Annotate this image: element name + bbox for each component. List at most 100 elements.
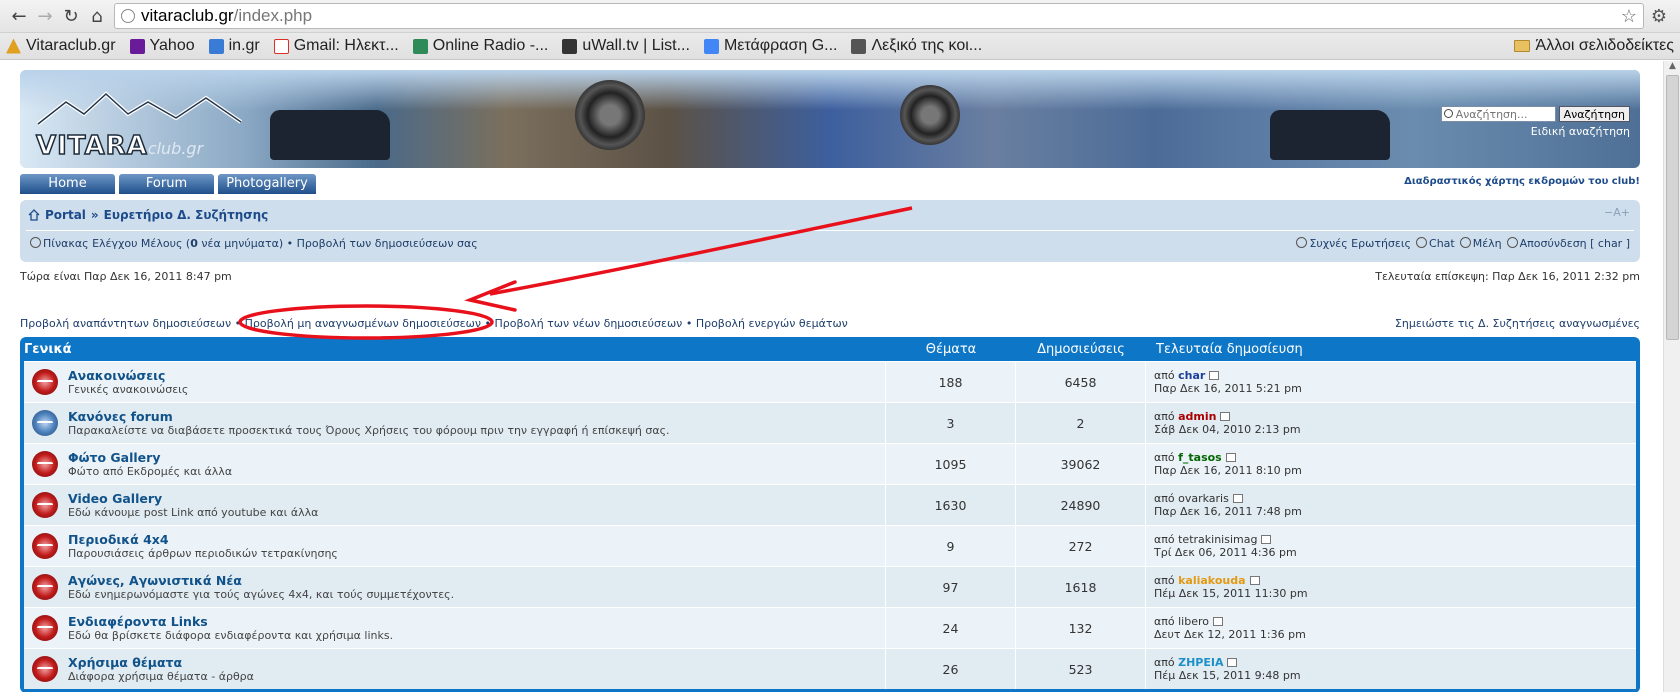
last-post-user-link[interactable]: tetrakinisimag [1178,533,1257,546]
site-logo[interactable]: VITARAclub.gr [35,88,246,162]
bookmark-yahoo[interactable]: Yahoo [129,37,195,55]
col-topics-header: Θέματα [925,341,977,357]
forum-row: Αγώνες, Αγωνιστικά Νέα Εδώ ενημερωνόμαστε… [24,566,1636,607]
view-own-posts-link[interactable]: Προβολή των δημοσιεύσεων σας [297,237,478,250]
forum-title-link[interactable]: Video Gallery [68,491,318,506]
last-post-date: Δευτ Δεκ 12, 2011 1:36 pm [1154,628,1306,641]
active-topics-link[interactable]: Προβολή ενεργών θεμάτων [696,317,848,330]
home-icon[interactable]: ⌂ [84,3,110,29]
search-button[interactable]: Αναζήτηση [1558,106,1630,122]
favicon-icon [273,38,289,54]
new-posts-link[interactable]: Προβολή των νέων δημοσιεύσεων [494,317,682,330]
bookmark-uwall[interactable]: uWall.tv | List... [562,37,690,55]
wrench-icon[interactable]: ⚙ [1644,6,1674,27]
post-count: 39062 [1016,444,1146,484]
bookmark-online-radio[interactable]: Online Radio -... [412,37,549,55]
reload-icon[interactable]: ↻ [58,3,84,29]
view-latest-post-icon[interactable] [1220,412,1231,421]
forum-title-link[interactable]: Ανακοινώσεις [68,368,188,383]
last-post-date: Πέμ Δεκ 15, 2011 9:48 pm [1154,669,1301,682]
category-title[interactable]: Γενικά [24,342,886,357]
last-post-user-link[interactable]: char [1178,369,1205,382]
view-latest-post-icon[interactable] [1232,494,1243,503]
favicon-icon [208,38,224,54]
view-latest-post-icon[interactable] [1261,535,1272,544]
search-input[interactable] [1440,106,1556,122]
unread-posts-link[interactable]: Προβολή μη αναγνωσμένων δημοσιεύσεων [245,317,481,330]
last-post-user-link[interactable]: libero [1178,615,1209,628]
view-latest-post-icon[interactable] [1227,658,1238,667]
bookmark-label: Online Radio -... [432,37,549,54]
forum-title-link[interactable]: Περιοδικά 4x4 [68,532,338,547]
forum-title-link[interactable]: Χρήσιμα θέματα [68,655,254,670]
forum-table: Γενικά Θέματα Δημοσιεύσεις Τελευταία δημ… [20,337,1640,692]
back-icon[interactable]: ← [6,3,32,29]
bookmark-in-gr[interactable]: in.gr [208,37,260,55]
star-icon[interactable]: ☆ [1621,6,1637,27]
last-post-user-link[interactable]: admin [1178,410,1216,423]
font-size-toggle[interactable]: −A+ [1604,206,1630,219]
forum-title-link[interactable]: Φώτο Gallery [68,450,232,465]
ucp-link[interactable]: Πίνακας Ελέγχου Μέλους (0 νέα μηνύματα) [43,237,283,250]
url-path: /index.php [233,6,313,25]
last-post-date: Παρ Δεκ 16, 2011 8:10 pm [1154,464,1302,477]
bookmark-gmail[interactable]: Gmail: Ηλεκτ... [273,37,399,55]
chat-link[interactable]: Chat [1416,237,1455,250]
forum-title-link[interactable]: Κανόνες forum [68,409,670,424]
vertical-scrollbar[interactable]: ▲ [1663,61,1680,692]
tab-photogallery[interactable]: Photogallery [218,174,316,194]
advanced-search-link[interactable]: Ειδική αναζήτηση [1531,125,1630,138]
scrollbar-thumb[interactable] [1666,75,1679,340]
forum-title-link[interactable]: Ενδιαφέροντα Links [68,614,393,629]
view-latest-post-icon[interactable] [1225,453,1236,462]
last-post-date: Παρ Δεκ 16, 2011 7:48 pm [1154,505,1302,518]
tab-forum[interactable]: Forum [119,174,214,194]
breadcrumb-forum-index[interactable]: Ευρετήριο Δ. Συζήτησης [104,208,269,222]
forum-cell: Ανακοινώσεις Γενικές ανακοινώσεις [24,362,886,402]
favicon-icon [562,38,578,54]
view-latest-post-icon[interactable] [1212,617,1223,626]
other-bookmarks-label: Άλλοι σελιδοδείκτες [1535,37,1674,54]
faq-link[interactable]: Συχνές Ερωτήσεις [1296,237,1411,250]
last-post-cell: από tetrakinisimag Τρί Δεκ 06, 2011 4:36 … [1146,526,1636,566]
forum-page: VITARAclub.gr Αναζήτηση Ειδική αναζήτηση… [20,70,1640,692]
bookmark-vitaraclub[interactable]: Vitaraclub.gr [6,37,116,55]
by-label: από [1154,615,1175,628]
logout-link[interactable]: Αποσύνδεση [ char ] [1506,237,1630,250]
unanswered-posts-link[interactable]: Προβολή αναπάντητων δημοσιεύσεων [20,317,231,330]
forum-description: Εδώ ενημερωνόμαστε για τούς αγώνες 4x4, … [68,588,455,601]
last-post-user-link[interactable]: ovarkaris [1178,492,1229,505]
last-post-cell: από f_tasos Παρ Δεκ 16, 2011 8:10 pm [1146,444,1636,484]
last-post-user-link[interactable]: ΖΗΡΕΙΑ [1178,656,1223,669]
post-count: 6458 [1016,362,1146,402]
breadcrumb-portal[interactable]: Portal [45,208,86,222]
search-links: Προβολή αναπάντητων δημοσιεύσεων • Προβο… [20,317,1640,330]
forum-cell: Κανόνες forum Παρακαλείστε να διαβάσετε π… [24,403,886,443]
view-latest-post-icon[interactable] [1249,576,1260,585]
topic-count: 1095 [886,444,1016,484]
address-bar[interactable]: vitaraclub.gr/index.php ☆ [114,3,1644,29]
other-bookmarks[interactable]: Άλλοι σελιδοδείκτες [1513,37,1674,55]
forum-title-link[interactable]: Αγώνες, Αγωνιστικά Νέα [68,573,454,588]
last-post-user-link[interactable]: f_tasos [1178,451,1222,464]
tab-home[interactable]: Home [20,174,115,194]
topic-count: 26 [886,649,1016,689]
topic-count: 1630 [886,485,1016,525]
bookmark-lexiko[interactable]: Λεξικό της κοι... [851,37,982,55]
bullet: • [234,317,242,330]
view-latest-post-icon[interactable] [1209,371,1220,380]
last-post-user-link[interactable]: kaliakouda [1178,574,1245,587]
trip-map-link[interactable]: Διαδραστικός χάρτης εκδρομών του club! [1404,176,1640,187]
user-icon [30,237,41,248]
by-label: από [1154,533,1175,546]
mark-forums-read-link[interactable]: Σημειώστε τις Δ. Συζητήσεις αναγνωσμένες [1395,317,1640,330]
bookmark-translate[interactable]: Μετάφραση G... [703,37,837,55]
forum-cell: Video Gallery Εδώ κάνουμε post Link από y… [24,485,886,525]
forum-table-header: Γενικά Θέματα Δημοσιεύσεις Τελευταία δημ… [24,337,1636,361]
main-tabs: Home Forum Photogallery Διαδραστικός χάρ… [20,174,1640,194]
forward-icon[interactable]: → [32,3,58,29]
last-post-cell: από kaliakouda Πέμ Δεκ 15, 2011 11:30 pm [1146,567,1636,607]
bookmark-label: in.gr [228,37,260,54]
scroll-up-icon[interactable]: ▲ [1664,61,1680,75]
members-link[interactable]: Μέλη [1459,237,1502,250]
